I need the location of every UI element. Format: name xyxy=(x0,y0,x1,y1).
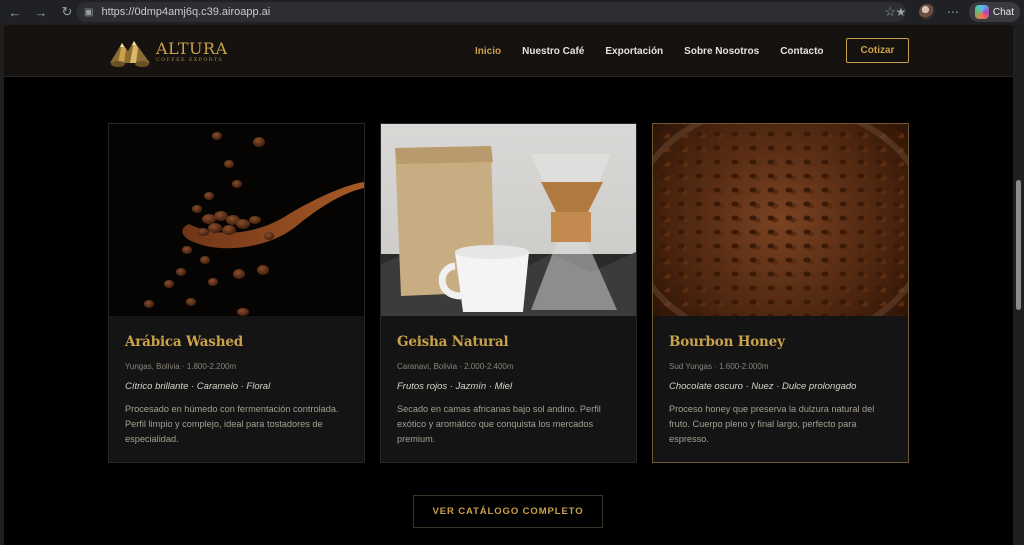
nav-link-contacto[interactable]: Contacto xyxy=(780,46,823,57)
profile-avatar[interactable] xyxy=(917,2,937,22)
nav-link-nuestro-cafe[interactable]: Nuestro Café xyxy=(522,46,584,57)
product-image xyxy=(653,124,908,316)
nav-link-exportacion[interactable]: Exportación xyxy=(605,46,663,57)
more-menu-icon[interactable]: ⋯ xyxy=(943,2,963,22)
product-name: Arábica Washed xyxy=(125,334,243,350)
scrollbar-thumb[interactable] xyxy=(1016,180,1021,310)
favorites-icon[interactable]: ★ xyxy=(891,2,911,22)
product-origin: Sud Yungas · 1.600-2.000m xyxy=(669,362,769,371)
cotizar-button[interactable]: Cotizar xyxy=(846,38,909,63)
page-viewport: ALTURA COFFEE EXPORTS Inicio Nuestro Caf… xyxy=(4,25,1013,545)
coffee-bag-chemex-image xyxy=(381,146,636,316)
main-navigation: Inicio Nuestro Café Exportación Sobre No… xyxy=(475,25,845,77)
address-bar[interactable]: ▣ https://0dmp4amj6q.c39.airoapp.ai ☆ xyxy=(76,2,906,22)
product-description: Secado en camas africanas bajo sol andin… xyxy=(397,404,601,444)
product-description: Procesado en húmedo con fermentación con… xyxy=(125,404,339,444)
copilot-chat-button[interactable]: Chat xyxy=(968,2,1020,22)
product-name: Bourbon Honey xyxy=(669,334,785,350)
product-description: Proceso honey que preserva la dulzura na… xyxy=(669,404,875,444)
site-header: ALTURA COFFEE EXPORTS Inicio Nuestro Caf… xyxy=(4,25,1013,77)
product-name: Geisha Natural xyxy=(397,334,509,350)
avatar xyxy=(918,4,935,20)
product-tasting-notes: Cítrico brillante · Caramelo · Floral xyxy=(125,381,271,392)
browser-toolbar: ← → ↻ ▣ https://0dmp4amj6q.c39.airoapp.a… xyxy=(0,0,1024,24)
url-text: https://0dmp4amj6q.c39.airoapp.ai xyxy=(101,6,271,18)
product-image xyxy=(109,124,364,316)
nav-link-sobre-nosotros[interactable]: Sobre Nosotros xyxy=(684,46,759,57)
back-arrow-icon[interactable]: ← xyxy=(4,1,26,23)
product-tasting-notes: Chocolate oscuro · Nuez · Dulce prolonga… xyxy=(669,381,857,392)
brand-logo[interactable]: ALTURA COFFEE EXPORTS xyxy=(108,35,228,69)
reload-icon[interactable]: ↻ xyxy=(56,1,78,23)
product-origin: Yungas, Bolivia · 1.800-2.200m xyxy=(125,362,237,371)
page-scrollbar[interactable] xyxy=(1013,25,1024,545)
brand-subtitle: COFFEE EXPORTS xyxy=(156,57,224,63)
copilot-icon xyxy=(974,5,989,19)
product-card: Geisha Natural Caranavi, Bolivia · 2.000… xyxy=(380,123,637,463)
roasted-beans-bowl-image xyxy=(653,124,908,316)
product-image xyxy=(381,124,636,316)
view-catalog-button[interactable]: VER CATÁLOGO COMPLETO xyxy=(413,495,603,528)
product-tasting-notes: Frutos rojos · Jazmín · Miel xyxy=(397,381,513,392)
product-card: Bourbon Honey Sud Yungas · 1.600-2.000m … xyxy=(652,123,909,463)
site-info-icon[interactable]: ▣ xyxy=(84,7,93,18)
nav-link-inicio[interactable]: Inicio xyxy=(475,46,501,57)
forward-arrow-icon[interactable]: → xyxy=(30,1,52,23)
coffee-beans-spoon-image xyxy=(144,132,364,316)
chat-label: Chat xyxy=(992,6,1014,18)
mountain-logo-icon xyxy=(110,41,150,67)
product-card: Arábica Washed Yungas, Bolivia · 1.800-2… xyxy=(108,123,365,463)
brand-name: ALTURA xyxy=(156,39,228,58)
product-origin: Caranavi, Bolivia · 2.000-2.400m xyxy=(397,362,514,371)
